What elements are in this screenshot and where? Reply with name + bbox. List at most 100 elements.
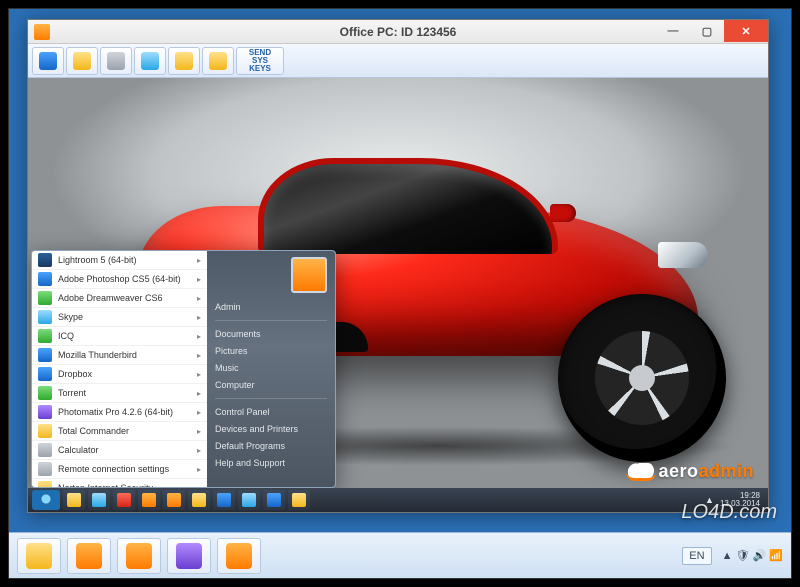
start-menu-item[interactable]: Dropbox ▸ bbox=[32, 365, 207, 384]
start-menu-place[interactable]: Devices and Printers bbox=[215, 424, 327, 434]
taskbar-pin-word[interactable] bbox=[263, 490, 285, 510]
chevron-right-icon: ▸ bbox=[197, 370, 201, 379]
host-tray-icons[interactable]: ▲ 🛡 🔊 📶 bbox=[722, 549, 783, 562]
file-transfer-button[interactable] bbox=[66, 47, 98, 75]
skype-icon bbox=[242, 493, 256, 507]
remote-start-button[interactable] bbox=[32, 490, 60, 510]
taskbar-pin-outlook[interactable] bbox=[213, 490, 235, 510]
refresh-button[interactable] bbox=[134, 47, 166, 75]
fullscreen-button[interactable] bbox=[32, 47, 64, 75]
taskbar-pin-ie[interactable] bbox=[88, 490, 110, 510]
app-icon bbox=[38, 310, 52, 324]
chevron-right-icon: ▸ bbox=[197, 351, 201, 360]
remote-window-title: Office PC: ID 123456 bbox=[340, 25, 457, 39]
start-menu-item[interactable]: Skype▸ bbox=[32, 308, 207, 327]
app-icon bbox=[38, 348, 52, 362]
host-vlc-button[interactable] bbox=[117, 538, 161, 574]
host-tray[interactable]: EN ▲ 🛡 🔊 📶 bbox=[682, 547, 783, 565]
app-icon bbox=[38, 329, 52, 343]
start-menu-item[interactable]: Adobe Photoshop CS5 (64-bit) ▸ bbox=[32, 270, 207, 289]
screenshot-button[interactable] bbox=[100, 47, 132, 75]
start-menu-item[interactable]: ICQ▸ bbox=[32, 327, 207, 346]
host-aeroadmin-icon bbox=[226, 543, 252, 569]
host-vlc-icon bbox=[126, 543, 152, 569]
host-taskbar-buttons bbox=[17, 538, 261, 574]
start-menu-item-label: Calculator bbox=[58, 445, 99, 455]
maximize-button[interactable]: ▢ bbox=[690, 20, 724, 42]
start-menu-item-label: Torrent bbox=[58, 388, 86, 398]
taskbar-pin-chrome[interactable] bbox=[113, 490, 135, 510]
chevron-right-icon: ▸ bbox=[197, 408, 201, 417]
host-aeroadmin-button[interactable] bbox=[217, 538, 261, 574]
start-menu-item[interactable]: Lightroom 5 (64-bit)▸ bbox=[32, 251, 207, 270]
start-menu-item-label: Mozilla Thunderbird bbox=[58, 350, 137, 360]
outlook-icon bbox=[217, 493, 231, 507]
start-menu-item[interactable]: Adobe Dreamweaver CS6 ▸ bbox=[32, 289, 207, 308]
app-icon bbox=[38, 367, 52, 381]
host-taskbar[interactable]: EN ▲ 🛡 🔊 📶 bbox=[9, 532, 791, 578]
start-menu-item-label: Dropbox bbox=[58, 369, 92, 379]
start-menu-place[interactable]: Help and Support bbox=[215, 458, 327, 468]
remote-start-menu[interactable]: Lightroom 5 (64-bit)▸Adobe Photoshop CS5… bbox=[31, 250, 336, 488]
app-icon bbox=[34, 24, 50, 40]
taskbar-pin-explorer[interactable] bbox=[63, 490, 85, 510]
start-menu-item[interactable]: Remote connection settings ▸ bbox=[32, 460, 207, 479]
start-menu-item[interactable]: Norton Internet Security▸ bbox=[32, 479, 207, 488]
lock-remote-button[interactable] bbox=[202, 47, 234, 75]
start-menu-item-label: Remote connection settings bbox=[58, 464, 169, 474]
remote-tray[interactable]: ▲ 19:28 13.03.2014 bbox=[705, 492, 764, 508]
remote-window-titlebar[interactable]: Office PC: ID 123456 — ▢ ✕ bbox=[28, 20, 768, 44]
start-menu-place[interactable]: Pictures bbox=[215, 346, 327, 356]
host-tor-button[interactable] bbox=[167, 538, 211, 574]
chevron-right-icon: ▸ bbox=[197, 465, 201, 474]
taskbar-pin-folder[interactable] bbox=[188, 490, 210, 510]
taskbar-pin-wmp[interactable] bbox=[163, 490, 185, 510]
session-toolbar: SEND SYS KEYS bbox=[28, 44, 768, 78]
app-icon bbox=[38, 405, 52, 419]
firefox-icon bbox=[142, 493, 156, 507]
send-keys-button[interactable]: SEND SYS KEYS bbox=[236, 47, 284, 75]
app-icon bbox=[38, 462, 52, 476]
wmp-icon bbox=[167, 493, 181, 507]
separator bbox=[215, 398, 327, 399]
start-menu-place[interactable]: Music bbox=[215, 363, 327, 373]
start-menu-place[interactable]: Admin bbox=[215, 302, 327, 312]
start-menu-programs: Lightroom 5 (64-bit)▸Adobe Photoshop CS5… bbox=[32, 251, 207, 487]
host-explorer-button[interactable] bbox=[17, 538, 61, 574]
host-firefox-button[interactable] bbox=[67, 538, 111, 574]
remote-desktop-viewport[interactable]: aeroadmin Lightroom 5 (64-bit)▸Adobe Pho… bbox=[28, 78, 768, 512]
cloud-icon bbox=[626, 463, 656, 481]
remote-taskbar[interactable]: ▲ 19:28 13.03.2014 bbox=[28, 488, 768, 512]
close-button[interactable]: ✕ bbox=[724, 20, 768, 42]
remote-clock-date: 13.03.2014 bbox=[720, 500, 760, 508]
start-menu-item[interactable]: Mozilla Thunderbird ▸ bbox=[32, 346, 207, 365]
chevron-right-icon: ▸ bbox=[197, 275, 201, 284]
chevron-right-icon: ▸ bbox=[197, 294, 201, 303]
aeroadmin-logo: aeroadmin bbox=[626, 461, 754, 482]
start-menu-place[interactable]: Control Panel bbox=[215, 407, 327, 417]
start-menu-item-label: Adobe Photoshop CS5 (64-bit) bbox=[58, 274, 181, 284]
start-menu-item[interactable]: Total Commander▸ bbox=[32, 422, 207, 441]
start-menu-place[interactable]: Default Programs bbox=[215, 441, 327, 451]
start-menu-item[interactable]: Calculator▸ bbox=[32, 441, 207, 460]
start-menu-place[interactable]: Documents bbox=[215, 329, 327, 339]
tray-up-icon[interactable]: ▲ bbox=[705, 495, 714, 505]
remote-taskbar-pins bbox=[63, 490, 310, 510]
start-menu-item-label: ICQ bbox=[58, 331, 74, 341]
separator bbox=[215, 320, 327, 321]
start-menu-item-label: Adobe Dreamweaver CS6 bbox=[58, 293, 163, 303]
refresh-button-icon bbox=[141, 52, 159, 70]
start-menu-place[interactable]: Computer bbox=[215, 380, 327, 390]
taskbar-pin-skype[interactable] bbox=[238, 490, 260, 510]
taskbar-pin-firefox[interactable] bbox=[138, 490, 160, 510]
chevron-right-icon: ▸ bbox=[197, 313, 201, 322]
lock-local-button[interactable] bbox=[168, 47, 200, 75]
fullscreen-button-icon bbox=[39, 52, 57, 70]
user-avatar[interactable] bbox=[291, 257, 327, 293]
start-menu-item[interactable]: Photomatix Pro 4.2.6 (64-bit)▸ bbox=[32, 403, 207, 422]
start-menu-item[interactable]: Torrent▸ bbox=[32, 384, 207, 403]
minimize-button[interactable]: — bbox=[656, 20, 690, 42]
taskbar-pin-total-commander[interactable] bbox=[288, 490, 310, 510]
language-indicator[interactable]: EN bbox=[682, 547, 711, 565]
remote-session-window: Office PC: ID 123456 — ▢ ✕ SEND SYS KEYS… bbox=[27, 19, 769, 513]
